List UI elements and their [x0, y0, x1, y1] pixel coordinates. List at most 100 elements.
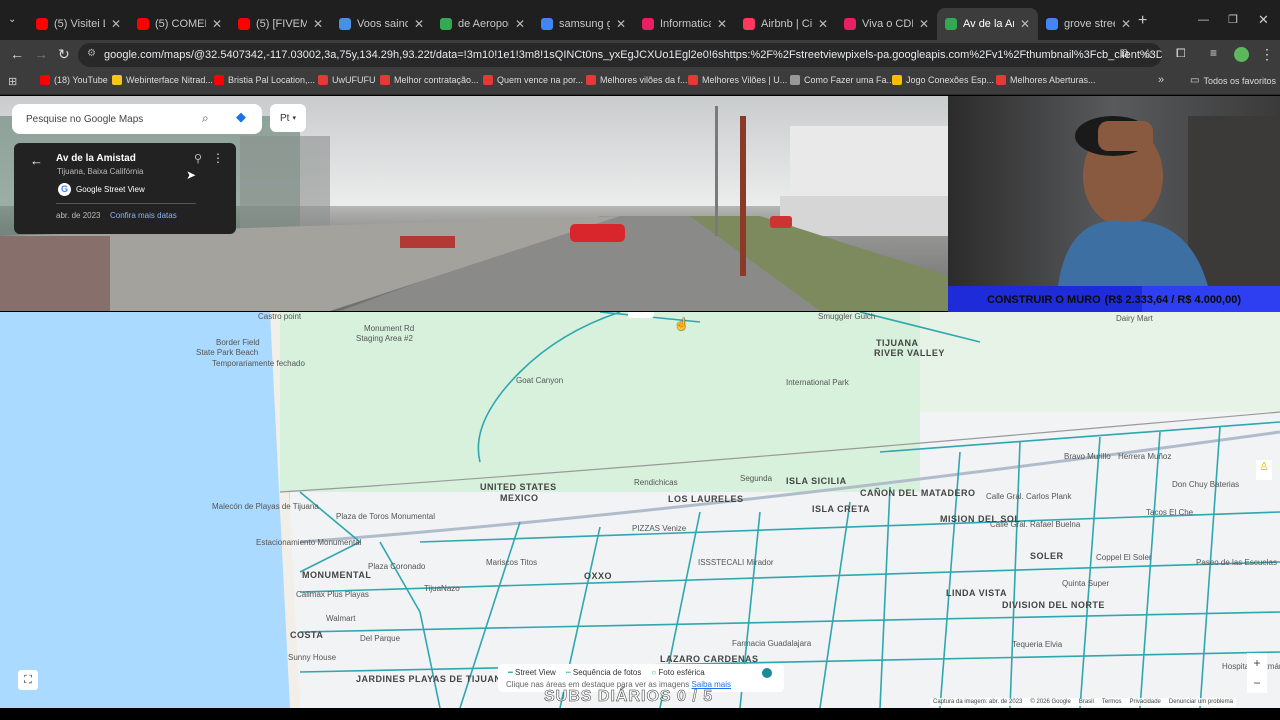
footer-terms[interactable]: Termos	[1102, 699, 1122, 705]
tab-10[interactable]: Av de la Amista ✕	[937, 8, 1038, 40]
map-label[interactable]: RIVER VALLEY	[874, 348, 945, 358]
map-label[interactable]: Herrera Muñoz	[1118, 452, 1171, 461]
close-tab-icon[interactable]: ✕	[818, 17, 828, 31]
apps-grid-icon[interactable]: ⊞	[8, 75, 17, 88]
map-label[interactable]: Plaza Coronado	[368, 562, 425, 571]
map-label[interactable]: Estacionamiento Monumental	[256, 538, 361, 547]
bookmark-item[interactable]: UwUFUFU	[318, 75, 376, 85]
close-tab-icon[interactable]: ✕	[111, 17, 121, 31]
more-options-icon[interactable]: ⋮	[212, 151, 224, 165]
minimize-icon[interactable]: —	[1198, 14, 1209, 26]
legend-toggle[interactable]	[762, 668, 772, 678]
map-label[interactable]: Goat Canyon	[516, 376, 563, 385]
map-label[interactable]: Mariscos Titos	[486, 558, 537, 567]
map-label[interactable]: Monument Rd	[364, 324, 414, 333]
new-tab-button[interactable]: +	[1138, 12, 1147, 30]
close-tab-icon[interactable]: ✕	[212, 17, 222, 31]
map-label[interactable]: Smuggler Gulch	[818, 312, 875, 321]
panel-drag-handle[interactable]: ═	[628, 312, 654, 318]
map-label[interactable]: TIJUANA	[876, 338, 919, 348]
map-label[interactable]: Border Field	[216, 338, 260, 347]
map-label[interactable]: Del Parque	[360, 634, 400, 643]
site-info-icon[interactable]: ⚙	[87, 48, 96, 59]
zoom-out-button[interactable]: −	[1247, 673, 1267, 693]
map-label[interactable]: Temporariamente fechado	[212, 359, 305, 368]
bookmark-item[interactable]: Quem vence na por...	[483, 75, 583, 85]
map-label[interactable]: CAÑON DEL MATADERO	[860, 488, 976, 498]
map-label[interactable]: Castro point	[258, 312, 301, 321]
map-label[interactable]: LINDA VISTA	[946, 588, 1007, 598]
map-label[interactable]: Staging Area #2	[356, 334, 413, 343]
map-canvas[interactable]: Castro point Monument Rd Staging Area #2 Bo…	[0, 312, 1280, 708]
map-label[interactable]: Bravo Murillo	[1064, 452, 1111, 461]
bookmark-item[interactable]: Melhores vilões da f...	[586, 75, 688, 85]
media-icon[interactable]: ≡	[1210, 46, 1217, 60]
close-tab-icon[interactable]: ✕	[616, 17, 626, 31]
all-bookmarks[interactable]: ▭ Todos os favoritos	[1190, 75, 1276, 86]
map-label[interactable]: MEXICO	[500, 493, 539, 503]
map-label[interactable]: Walmart	[326, 614, 355, 623]
map-label[interactable]: Plaza de Toros Monumental	[336, 512, 435, 521]
bookmark-item[interactable]: (18) YouTube	[40, 75, 108, 85]
maximize-icon[interactable]: ❐	[1228, 13, 1238, 26]
tab-8[interactable]: Airbnb | Ciuda ✕	[735, 8, 836, 40]
map-label[interactable]: Calimax Plus Playas	[296, 590, 369, 599]
map-label[interactable]: ISLA CRETA	[812, 504, 870, 514]
map-label[interactable]: Paseo de las Escuelas	[1196, 558, 1277, 567]
map-label[interactable]: Dairy Mart	[1116, 314, 1153, 323]
map-label[interactable]: PIZZAS Venize	[632, 524, 686, 533]
search-input[interactable]: Pesquise no Google Maps	[26, 114, 143, 125]
tab-search-icon[interactable]: ⌄	[8, 14, 16, 25]
forward-icon[interactable]: →	[34, 46, 48, 62]
search-icon[interactable]: ⌕	[202, 111, 209, 126]
map-label[interactable]: State Park Beach	[196, 348, 258, 357]
footer-report[interactable]: Denunciar um problema	[1169, 699, 1233, 705]
tab-9[interactable]: Viva o CDE cor ✕	[836, 8, 937, 40]
bookmark-item[interactable]: Jogo Conexões Esp...	[892, 75, 994, 85]
map-label[interactable]: Tacos El Che	[1146, 508, 1193, 517]
close-window-icon[interactable]: ✕	[1258, 12, 1269, 28]
more-bookmarks-icon[interactable]: »	[1158, 74, 1164, 86]
fullscreen-icon[interactable]: ⛶	[18, 670, 38, 690]
extensions-icon[interactable]: ⧠	[1176, 46, 1186, 61]
map-label[interactable]: SOLER	[1030, 551, 1064, 561]
back-arrow-icon[interactable]: ←	[30, 153, 43, 168]
map-label[interactable]: MONUMENTAL	[302, 570, 371, 580]
tab-5[interactable]: de Aeroporto I ✕	[432, 8, 533, 40]
map-label[interactable]: ISLA SICILIA	[786, 476, 847, 486]
directions-icon[interactable]: ◆	[236, 109, 246, 125]
zoom-in-button[interactable]: +	[1247, 653, 1267, 673]
close-tab-icon[interactable]: ✕	[717, 17, 727, 31]
profile-avatar[interactable]	[1234, 47, 1249, 62]
close-tab-icon[interactable]: ✕	[1121, 17, 1131, 31]
map-label[interactable]: Sunny House	[288, 653, 336, 662]
address-bar[interactable]: ⚙ google.com/maps/@32.5407342,-117.03002…	[78, 43, 1162, 67]
tab-1[interactable]: (5) Visitei Los A ✕	[28, 8, 129, 40]
back-icon[interactable]: ←	[10, 46, 24, 62]
close-tab-icon[interactable]: ✕	[1020, 17, 1030, 31]
bookmark-item[interactable]: Melhores Vilões | U...	[688, 75, 787, 85]
bookmark-item[interactable]: Bristia Pal Location,...	[214, 75, 315, 85]
map-label[interactable]: COSTA	[290, 630, 323, 640]
map-label[interactable]: Quinta Super	[1062, 579, 1109, 588]
tab-6[interactable]: samsung gala ✕	[533, 8, 634, 40]
tab-4[interactable]: Voos saindo d ✕	[331, 8, 432, 40]
close-tab-icon[interactable]: ✕	[313, 17, 323, 31]
pin-icon[interactable]: ⚲	[194, 152, 202, 165]
pegman-icon[interactable]: ♙	[1256, 460, 1272, 480]
tab-2[interactable]: (5) COMEMOS ✕	[129, 8, 230, 40]
map-label[interactable]: Don Chuy Baterias	[1172, 480, 1239, 489]
close-tab-icon[interactable]: ✕	[919, 17, 929, 31]
bookmark-item[interactable]: Como Fazer uma Fa...	[790, 75, 894, 85]
footer-privacy[interactable]: Privacidade	[1130, 699, 1161, 705]
layers-dropdown[interactable]: Pt ▾	[270, 104, 306, 132]
map-label[interactable]: LOS LAURELES	[668, 494, 744, 504]
bookmark-item[interactable]: Melhor contratação...	[380, 75, 479, 85]
map-label[interactable]: International Park	[786, 378, 849, 387]
maps-search-box[interactable]: Pesquise no Google Maps ⌕ ◆	[12, 104, 262, 134]
tab-7[interactable]: Informatica no ✕	[634, 8, 735, 40]
map-label[interactable]: Farmacia Guadalajara	[732, 639, 811, 648]
map-label[interactable]: LAZARO CARDENAS	[660, 654, 759, 664]
tab-3[interactable]: (5) [FIVEM MA ✕	[230, 8, 331, 40]
map-label[interactable]: Coppel El Soler	[1096, 553, 1152, 562]
